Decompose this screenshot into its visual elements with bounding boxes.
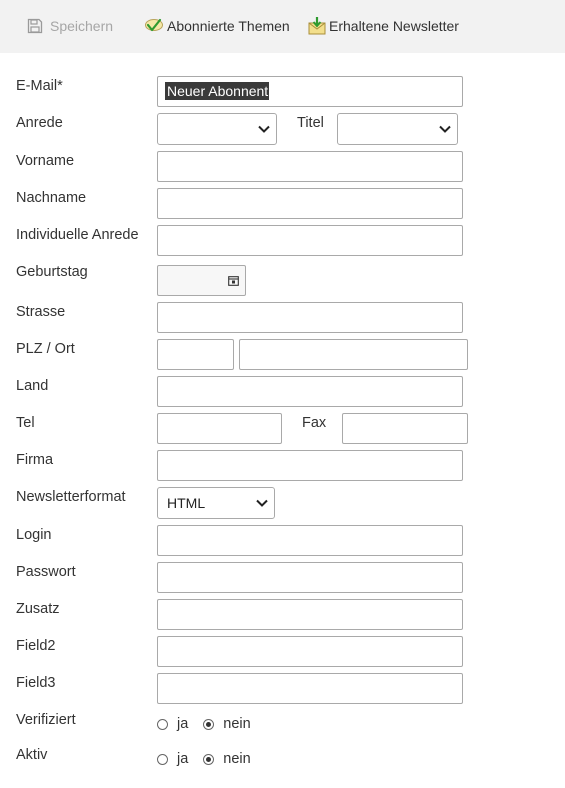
- title-label: Titel: [297, 115, 324, 131]
- custom-salutation-field[interactable]: [157, 225, 463, 256]
- company-field[interactable]: [157, 450, 463, 481]
- chevron-down-icon: [439, 125, 451, 133]
- active-no-label: nein: [223, 751, 251, 767]
- zip-field[interactable]: [157, 339, 234, 370]
- field3-field[interactable]: [157, 673, 463, 704]
- active-no-radio[interactable]: [203, 753, 215, 765]
- field3-label: Field3: [16, 675, 56, 691]
- firstname-label: Vorname: [16, 153, 75, 169]
- verified-radio-group: ja nein: [157, 716, 251, 732]
- verified-yes-radio[interactable]: [157, 718, 168, 730]
- floppy-disk-icon: [27, 18, 43, 34]
- field2-label: Field2: [16, 638, 56, 654]
- envelope-download-icon: [308, 17, 326, 35]
- active-radio-group: ja nein: [157, 751, 251, 767]
- custom-salutation-label: Individuelle Anrede: [16, 227, 139, 243]
- received-newsletters-button[interactable]: Erhaltene Newsletter: [308, 16, 459, 36]
- format-label: Newsletterformat: [16, 489, 126, 505]
- street-label: Strasse: [16, 304, 66, 320]
- country-field[interactable]: [157, 376, 463, 407]
- salutation-select[interactable]: [157, 113, 277, 145]
- subscribed-topics-label: Abonnierte Themen: [167, 18, 290, 34]
- firstname-field[interactable]: [157, 151, 463, 182]
- zip-city-label: PLZ / Ort: [16, 341, 75, 357]
- verified-label: Verifiziert: [16, 712, 76, 728]
- email-field[interactable]: Neuer Abonnent: [157, 76, 463, 107]
- chevron-down-icon: [258, 125, 270, 133]
- extra-label: Zusatz: [16, 601, 60, 617]
- format-select[interactable]: HTML: [157, 487, 275, 519]
- lastname-field[interactable]: [157, 188, 463, 219]
- birthday-label: Geburtstag: [16, 264, 88, 280]
- password-label: Passwort: [16, 564, 76, 580]
- calendar-icon[interactable]: [228, 275, 239, 286]
- active-yes-radio[interactable]: [157, 753, 168, 765]
- save-label: Speichern: [50, 18, 114, 34]
- chevron-down-icon: [256, 499, 268, 507]
- toolbar: Speichern Abonnierte Themen Erhaltene Ne…: [0, 0, 565, 53]
- received-newsletters-label: Erhaltene Newsletter: [329, 18, 459, 34]
- subscribed-topics-button[interactable]: Abonnierte Themen: [144, 16, 290, 36]
- salutation-label: Anrede: [16, 115, 63, 131]
- save-button[interactable]: Speichern: [27, 16, 113, 36]
- verified-no-label: nein: [223, 716, 251, 732]
- phone-field[interactable]: [157, 413, 282, 444]
- phone-label: Tel: [16, 415, 35, 431]
- login-field[interactable]: [157, 525, 463, 556]
- fax-label: Fax: [302, 415, 327, 431]
- city-field[interactable]: [239, 339, 468, 370]
- lastname-label: Nachname: [16, 190, 87, 206]
- title-select[interactable]: [337, 113, 458, 145]
- password-field[interactable]: [157, 562, 463, 593]
- login-label: Login: [16, 527, 52, 543]
- company-label: Firma: [16, 452, 54, 468]
- street-field[interactable]: [157, 302, 463, 333]
- verified-yes-label: ja: [177, 716, 189, 732]
- email-value: Neuer Abonnent: [165, 82, 270, 100]
- extra-field[interactable]: [157, 599, 463, 630]
- verified-no-radio[interactable]: [203, 718, 215, 730]
- birthday-field[interactable]: [157, 265, 246, 296]
- active-yes-label: ja: [177, 751, 189, 767]
- fax-field[interactable]: [342, 413, 468, 444]
- country-label: Land: [16, 378, 49, 394]
- active-label: Aktiv: [16, 747, 48, 763]
- email-label: E-Mail*: [16, 78, 63, 94]
- format-value: HTML: [167, 495, 206, 511]
- field2-field[interactable]: [157, 636, 463, 667]
- topics-check-icon: [145, 18, 163, 32]
